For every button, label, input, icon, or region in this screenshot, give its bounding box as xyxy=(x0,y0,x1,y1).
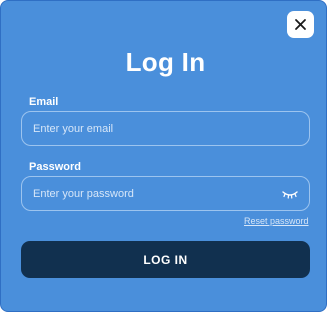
login-button[interactable]: LOG IN xyxy=(21,241,310,278)
email-field-wrapper xyxy=(21,111,310,146)
login-dialog: Log In Email Password Reset password LOG… xyxy=(0,0,327,312)
eye-closed-icon[interactable] xyxy=(281,188,299,200)
password-field[interactable] xyxy=(22,177,273,210)
password-label: Password xyxy=(29,161,81,173)
close-button[interactable] xyxy=(287,11,314,38)
password-field-wrapper xyxy=(21,176,310,211)
email-label: Email xyxy=(29,96,59,108)
email-field[interactable] xyxy=(22,112,273,145)
reset-password-link[interactable]: Reset password xyxy=(244,216,309,227)
dialog-title: Log In xyxy=(125,47,206,77)
close-icon xyxy=(295,19,306,30)
